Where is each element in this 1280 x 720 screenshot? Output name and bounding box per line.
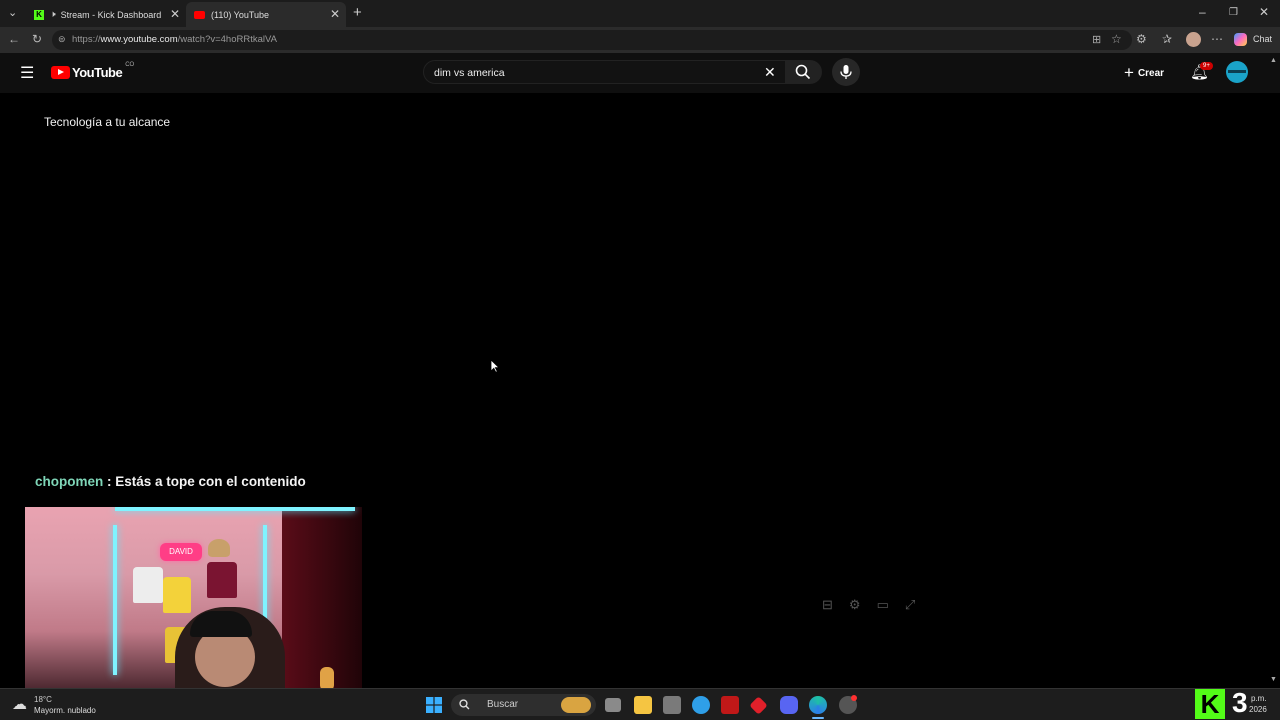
copilot-chat-label[interactable]: Chat — [1253, 34, 1272, 44]
webcam-overlay: DAVID — [25, 507, 362, 698]
task-view-icon[interactable] — [605, 698, 621, 712]
jersey-image — [163, 577, 191, 613]
browser-tab-strip: ⌄ K 🕨 Stream - Kick Dashboard ✕ (110) Yo… — [0, 0, 1280, 27]
clock-time[interactable]: p.m. — [1251, 694, 1267, 703]
notifications-button[interactable]: 🔔︎ 9+ — [1190, 62, 1213, 82]
favorites-icon[interactable]: ✰ — [1162, 32, 1172, 46]
clock-date[interactable]: 2026 — [1249, 705, 1267, 714]
site-info-icon[interactable]: ⊜ — [58, 34, 66, 45]
weather-cloud-icon: ☁ — [12, 696, 27, 713]
extensions-icon[interactable]: ⚙ — [1136, 32, 1147, 46]
window-close-icon[interactable]: ✕ — [1259, 5, 1269, 19]
chat-text: : Estás a tope con el contenido — [103, 474, 306, 489]
browser-toolbar: ← ↻ ⊜ https://www.youtube.com/watch?v=4h… — [0, 27, 1280, 53]
active-app-indicator — [812, 717, 824, 719]
notification-badge: 9+ — [1200, 62, 1213, 70]
jersey-image — [133, 567, 163, 603]
streamer-cap — [190, 611, 252, 637]
tab-title: Stream - Kick Dashboard — [60, 9, 162, 20]
tab-kick-dashboard[interactable]: K 🕨 Stream - Kick Dashboard ✕ — [26, 2, 186, 27]
discord-icon[interactable] — [780, 696, 798, 714]
url-text: https://www.youtube.com/watch?v=4hoRRtka… — [72, 34, 277, 45]
microphone-icon — [840, 65, 852, 79]
search-input[interactable]: dim vs america ✕ — [423, 60, 786, 84]
new-tab-icon[interactable]: + — [353, 4, 362, 21]
settings-gear-icon[interactable]: ⚙ — [849, 597, 861, 613]
tab-actions-icon[interactable]: ⌄ — [8, 6, 17, 19]
settings-alert-dot — [851, 695, 857, 701]
stream-chat-message: chopomen : Estás a tope con el contenido — [35, 474, 306, 489]
hat-image — [208, 539, 230, 557]
search-icon — [459, 699, 470, 710]
copilot-icon[interactable] — [1234, 33, 1247, 46]
search-icon — [795, 64, 811, 80]
scroll-down-arrow[interactable]: ▼ — [1270, 676, 1277, 683]
plus-icon: + — [1124, 63, 1134, 82]
chat-username: chopomen — [35, 474, 104, 489]
hamburger-menu-icon[interactable]: ☰ — [20, 63, 34, 83]
windows-taskbar: ☁ 18°C Mayorm. nublado Buscar K 3 p.m. 2… — [0, 687, 1280, 720]
file-explorer-icon[interactable] — [634, 696, 652, 714]
player-controls: ⊟ ⚙ ▭ ⤢ — [822, 597, 915, 613]
weather-desc: Mayorm. nublado — [34, 706, 96, 715]
clear-search-icon[interactable]: ✕ — [764, 64, 776, 81]
youtube-wordmark: YouTube — [72, 65, 123, 80]
more-menu-icon[interactable]: ⋯ — [1211, 32, 1223, 46]
search-highlight-image — [561, 697, 591, 713]
youtube-favicon-icon — [194, 10, 205, 19]
kick-counter: 3 — [1232, 687, 1248, 718]
neon-sign: DAVID — [160, 543, 202, 561]
close-tab-icon[interactable]: ✕ — [330, 7, 340, 21]
back-icon[interactable]: ← — [8, 32, 20, 46]
windows-start-icon[interactable] — [426, 697, 442, 713]
close-tab-icon[interactable]: ✕ — [170, 7, 180, 21]
account-avatar[interactable] — [1226, 61, 1248, 83]
fullscreen-icon[interactable]: ⤢ — [905, 597, 915, 613]
kick-badge: K — [1195, 689, 1225, 719]
tab-youtube[interactable]: (110) YouTube ✕ — [186, 2, 346, 27]
taskbar-search[interactable]: Buscar — [451, 694, 596, 716]
scroll-up-arrow[interactable]: ▲ — [1270, 57, 1277, 64]
youtube-header: ☰ YouTube CO dim vs america ✕ + Crear 🔔︎… — [0, 53, 1280, 93]
edge-beta-icon[interactable] — [692, 696, 710, 714]
create-button[interactable]: + Crear — [1124, 63, 1164, 83]
speaker-icon[interactable]: 🕨 — [50, 9, 56, 20]
red-diamond-app-icon[interactable] — [749, 696, 768, 715]
weather-temp: 18°C — [34, 695, 52, 704]
youtube-logo[interactable]: YouTube CO — [51, 61, 135, 80]
minimize-icon[interactable]: – — [1199, 5, 1206, 19]
subtitles-icon[interactable]: ⊟ — [822, 597, 833, 613]
region-code: CO — [125, 61, 135, 68]
tab-title: (110) YouTube — [211, 9, 270, 20]
kick-icon: K — [34, 9, 44, 20]
search-button[interactable] — [786, 60, 822, 84]
jersey-image — [207, 562, 237, 598]
voice-search-button[interactable] — [832, 58, 860, 86]
weather-widget[interactable]: ☁ 18°C Mayorm. nublado — [12, 692, 122, 718]
theater-mode-icon[interactable]: ▭ — [877, 597, 889, 613]
favorite-star-icon[interactable]: ☆ — [1111, 32, 1122, 46]
profile-avatar[interactable] — [1186, 32, 1201, 47]
mouse-cursor-icon — [490, 359, 500, 373]
restore-icon[interactable]: ❐ — [1229, 7, 1238, 18]
microsoft-store-icon[interactable] — [663, 696, 681, 714]
edge-icon[interactable] — [809, 696, 827, 714]
app-available-icon[interactable]: ⊞ — [1092, 33, 1101, 46]
youtube-play-icon — [51, 66, 70, 79]
mcafee-icon[interactable] — [721, 696, 739, 714]
create-label: Crear — [1137, 67, 1165, 79]
reload-icon[interactable]: ↻ — [32, 32, 42, 46]
taskbar-search-label: Buscar — [487, 699, 519, 710]
search-query: dim vs america — [434, 67, 505, 79]
address-bar[interactable]: ⊜ https://www.youtube.com/watch?v=4hoRRt… — [52, 30, 1132, 50]
channel-label[interactable]: Tecnología a tu alcance — [44, 115, 170, 129]
